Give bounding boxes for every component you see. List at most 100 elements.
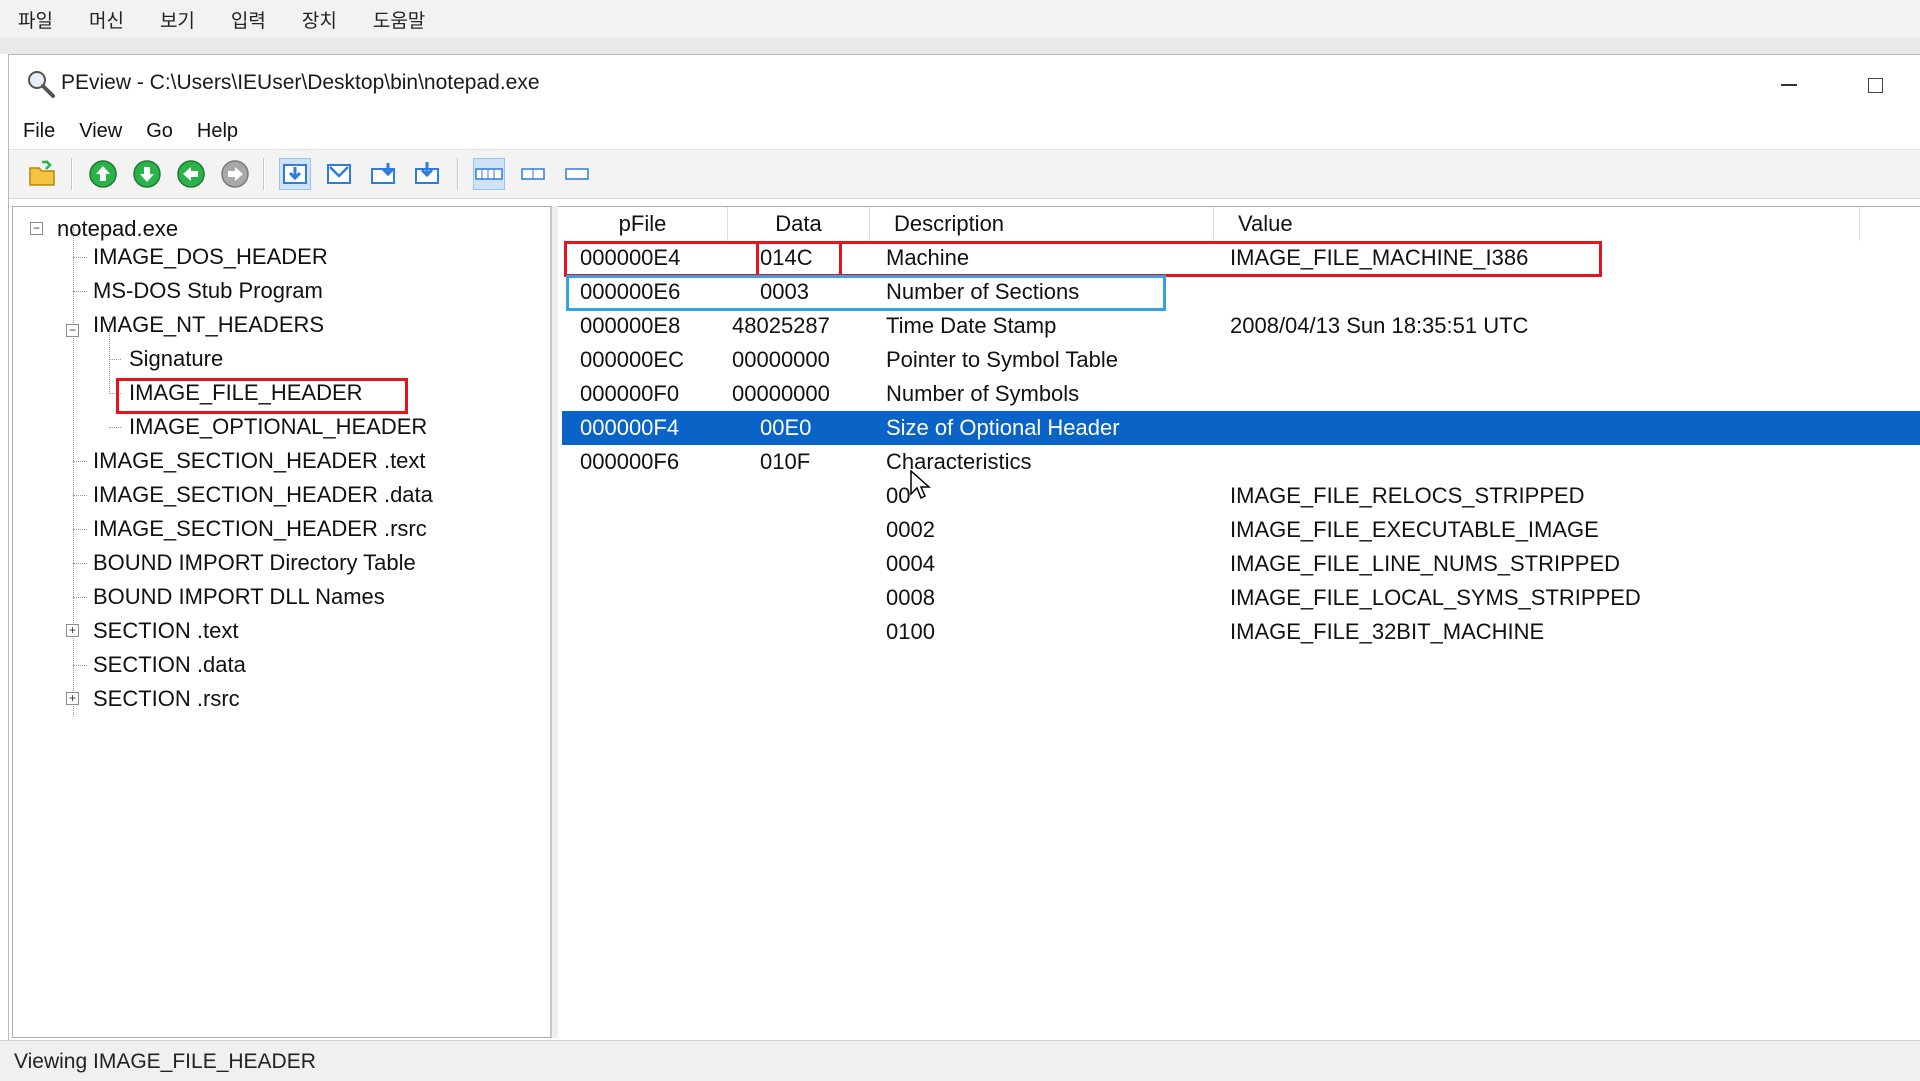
tree-item[interactable]: IMAGE_DOS_HEADER [91,243,330,271]
tree-connector [73,495,87,496]
maximize-icon [1867,77,1883,93]
arrow-down-icon [133,160,161,188]
cell-description: 0004 [886,551,935,576]
expand-toggle-icon[interactable]: + [66,692,79,705]
cell-value: 2008/04/13 Sun 18:35:51 UTC [1230,313,1529,338]
vm-menu-machine[interactable]: 머신 [89,6,124,33]
menu-help[interactable]: Help [197,120,238,143]
tree-item[interactable]: BOUND IMPORT DLL Names [91,583,387,611]
annotation-red-box-data [756,241,842,277]
toolbar-separator [71,158,73,190]
table-row[interactable]: 000000F0 00000000 Number of Symbols [562,377,1920,411]
cell-description: Pointer to Symbol Table [886,347,1118,372]
vm-menu-file[interactable]: 파일 [18,6,53,33]
tree-item[interactable]: IMAGE_NT_HEADERS [91,311,326,339]
nav-down-button[interactable] [131,158,163,190]
vm-menu-view[interactable]: 보기 [160,6,195,33]
tree-item[interactable]: IMAGE_SECTION_HEADER .text [91,447,428,475]
detail-list-panel[interactable]: pFile Data Description Value 000000E4 01… [558,206,1920,1038]
table-row[interactable]: 0008 IMAGE_FILE_LOCAL_SYMS_STRIPPED [562,581,1920,615]
view-byte-icon [283,164,307,184]
tree-item[interactable]: SECTION .rsrc [91,685,242,713]
cell-description: Number of Symbols [886,381,1080,406]
tree-item[interactable]: MS-DOS Stub Program [91,277,325,305]
cell-description: 00 [886,483,911,508]
view-medium-button[interactable] [517,158,549,190]
table-row[interactable]: 0002 IMAGE_FILE_EXECUTABLE_IMAGE [562,513,1920,547]
expand-toggle-icon[interactable]: + [66,624,79,637]
cell-data: 00000000 [732,347,830,372]
mouse-cursor-icon [910,470,931,500]
menu-file[interactable]: File [23,120,55,143]
tree-item[interactable]: BOUND IMPORT Directory Table [91,549,418,577]
tree-connector [73,291,87,292]
table-row[interactable]: 0004 IMAGE_FILE_LINE_NUMS_STRIPPED [562,547,1920,581]
tree-root[interactable]: notepad.exe [55,215,180,243]
tree-item[interactable]: SECTION .data [91,651,248,679]
table-row[interactable]: 0100 IMAGE_FILE_32BIT_MACHINE [562,615,1920,649]
tree-item[interactable]: Signature [127,345,225,373]
minimize-button[interactable] [1769,67,1809,103]
cell-value: IMAGE_FILE_EXECUTABLE_IMAGE [1230,517,1599,542]
view-word-button[interactable] [323,158,355,190]
status-text: Viewing IMAGE_FILE_HEADER [14,1050,316,1073]
toolbar-separator [263,158,265,190]
table-row[interactable]: 00 IMAGE_FILE_RELOCS_STRIPPED [562,479,1920,513]
tree-item[interactable]: SECTION .text [91,617,240,645]
vm-menu-help[interactable]: 도움말 [373,6,425,33]
cell-description: 0100 [886,619,935,644]
tree-panel[interactable]: − − + + notepad.exe IMAGE_DOS_HEADER MS-… [12,206,552,1038]
table-row-selected[interactable]: 000000F4 00E0 Size of Optional Header [562,411,1920,445]
collapse-toggle-icon[interactable]: − [66,324,79,337]
nav-up-button[interactable] [87,158,119,190]
table-row[interactable]: 000000F6 010F Characteristics [562,445,1920,479]
view-wide-button[interactable] [473,158,505,190]
cell-data: 48025287 [732,313,830,338]
cell-pfile: 000000E8 [580,313,681,338]
cell-value: IMAGE_FILE_LOCAL_SYMS_STRIPPED [1230,585,1641,610]
arrow-forward-icon [221,160,249,188]
window-title: PEview - C:\Users\IEUser\Desktop\bin\not… [61,71,540,94]
tree-connector [73,461,87,462]
tree-item[interactable]: IMAGE_SECTION_HEADER .data [91,481,435,509]
table-row[interactable]: 000000EC 00000000 Pointer to Symbol Tabl… [562,343,1920,377]
table-row[interactable]: 000000E8 48025287 Time Date Stamp 2008/0… [562,309,1920,343]
tree-connector [73,257,87,258]
tree-connector [73,665,87,666]
menu-go[interactable]: Go [146,120,173,143]
cell-pfile: 000000F4 [580,415,680,440]
vm-menu-devices[interactable]: 장치 [302,6,337,33]
view-qword-button[interactable] [411,158,443,190]
tree-connector [109,359,121,360]
view-byte-button[interactable] [279,158,311,190]
view-qword-icon [415,162,439,184]
menu-bar: File View Go Help [9,115,1920,147]
nav-forward-button[interactable] [219,158,251,190]
nav-back-button[interactable] [175,158,207,190]
tree-item[interactable]: IMAGE_OPTIONAL_HEADER [127,413,429,441]
tree-item[interactable]: IMAGE_SECTION_HEADER .rsrc [91,515,429,543]
view-word-icon [327,164,351,184]
view-dword-button[interactable] [367,158,399,190]
column-header-pfile[interactable]: pFile [558,207,728,241]
toolbar-separator [457,158,459,190]
vm-menu-input[interactable]: 입력 [231,6,266,33]
cell-pfile: 000000F6 [580,449,680,474]
open-folder-icon [29,160,55,186]
view-narrow-icon [565,168,589,180]
column-header-description[interactable]: Description [870,207,1214,241]
cell-pfile: 000000EC [580,347,684,372]
menu-view[interactable]: View [79,120,122,143]
column-header-data[interactable]: Data [728,207,870,241]
cell-value: IMAGE_FILE_32BIT_MACHINE [1230,619,1545,644]
column-header-value[interactable]: Value [1214,207,1860,241]
maximize-button[interactable] [1855,67,1895,103]
view-narrow-button[interactable] [561,158,593,190]
cell-description: Time Date Stamp [886,313,1057,338]
collapse-toggle-icon[interactable]: − [30,222,43,235]
magnifier-icon [25,68,57,100]
toolbar [9,149,1920,199]
open-folder-button[interactable] [27,158,59,190]
cell-value: IMAGE_FILE_RELOCS_STRIPPED [1230,483,1585,508]
status-bar: Viewing IMAGE_FILE_HEADER [0,1040,1920,1081]
